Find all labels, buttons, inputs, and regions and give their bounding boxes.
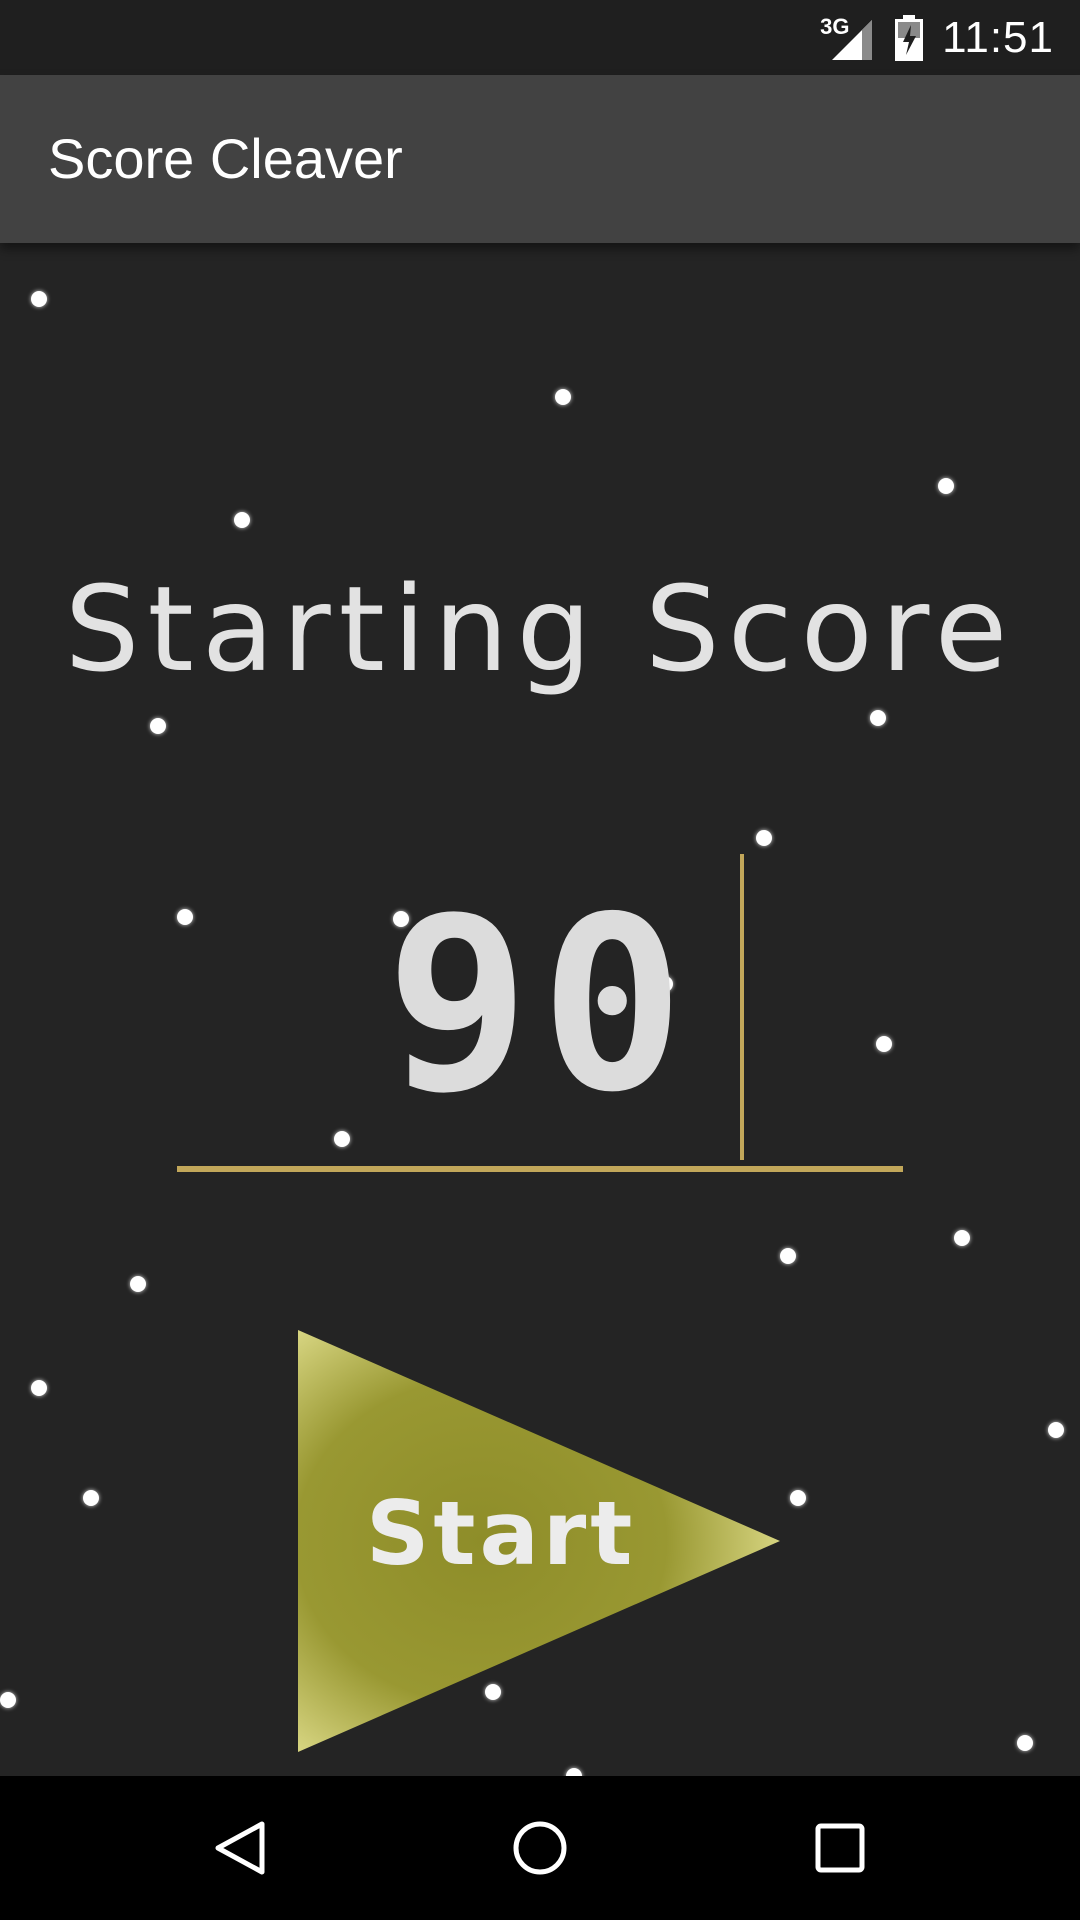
navigation-bar [0,1776,1080,1920]
star [870,710,886,726]
recents-button[interactable] [760,1776,920,1920]
star [234,512,250,528]
star [790,1490,806,1506]
app-screen: 3G 11:51 Score Cleaver Starting Score 90… [0,0,1080,1920]
score-input-underline [177,1166,903,1172]
network-label: 3G [820,13,850,39]
back-icon [215,1821,265,1875]
home-button[interactable] [460,1776,620,1920]
star [756,830,772,846]
star [954,1230,970,1246]
star [150,718,166,734]
recents-icon [815,1823,865,1873]
star [1048,1422,1064,1438]
text-cursor [740,854,744,1160]
star [780,1248,796,1264]
star [31,291,47,307]
starting-score-heading: Starting Score [64,560,1016,698]
start-button-label[interactable]: Start [366,1482,636,1585]
star [938,478,954,494]
app-title: Score Cleaver [48,127,403,190]
star [130,1276,146,1292]
home-icon [513,1821,567,1875]
star [0,1692,16,1708]
signal-icon: 3G [820,13,876,60]
battery-icon [895,14,924,61]
status-time: 11:51 [942,12,1054,62]
score-input-value[interactable]: 90 [177,850,903,1160]
star [31,1380,47,1396]
back-button[interactable] [160,1776,320,1920]
status-bar: 3G 11:51 [0,0,1080,75]
star [1017,1735,1033,1751]
start-button[interactable]: Start [298,1330,780,1752]
app-bar: Score Cleaver [0,75,1080,243]
score-input[interactable]: 90 [177,850,903,1172]
star [555,389,571,405]
star [83,1490,99,1506]
